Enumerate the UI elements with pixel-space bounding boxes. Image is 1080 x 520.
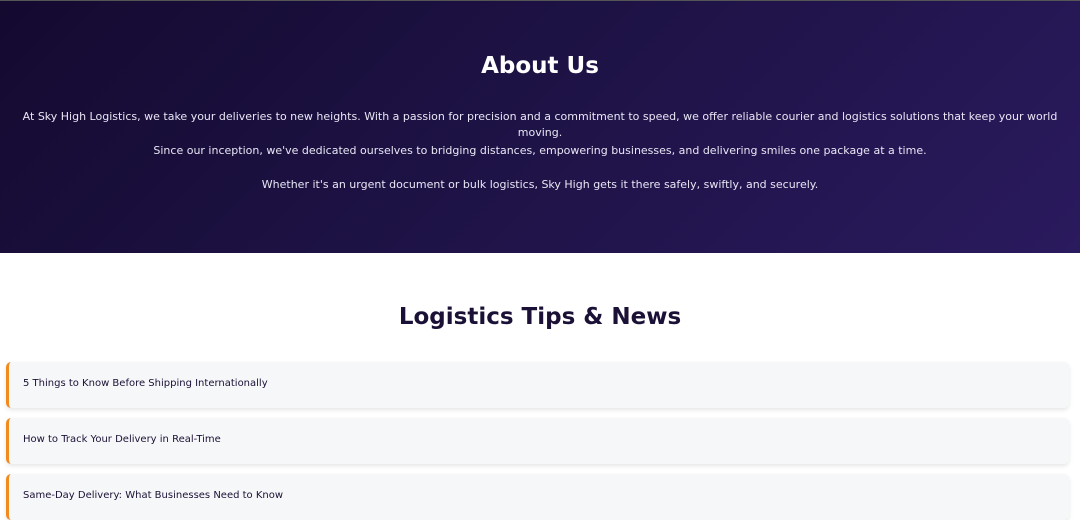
about-paragraph: Since our inception, we've dedicated our… <box>153 144 927 157</box>
tip-item-label: How to Track Your Delivery in Real-Time <box>23 434 221 445</box>
about-title: About Us <box>481 53 599 79</box>
tips-title: Logistics Tips & News <box>398 304 682 330</box>
tip-item[interactable]: Same-Day Delivery: What Businesses Need … <box>6 474 1069 520</box>
about-paragraph: Whether it's an urgent document or bulk … <box>261 178 819 191</box>
tip-item-label: 5 Things to Know Before Shipping Interna… <box>23 378 268 389</box>
about-section: About Us At Sky High Logistics, we take … <box>0 0 1080 253</box>
tip-item[interactable]: 5 Things to Know Before Shipping Interna… <box>6 362 1069 408</box>
tip-item[interactable]: How to Track Your Delivery in Real-Time <box>6 418 1069 464</box>
tip-item-label: Same-Day Delivery: What Businesses Need … <box>23 490 284 501</box>
about-paragraph: At Sky High Logistics, we take your deli… <box>22 110 1058 139</box>
